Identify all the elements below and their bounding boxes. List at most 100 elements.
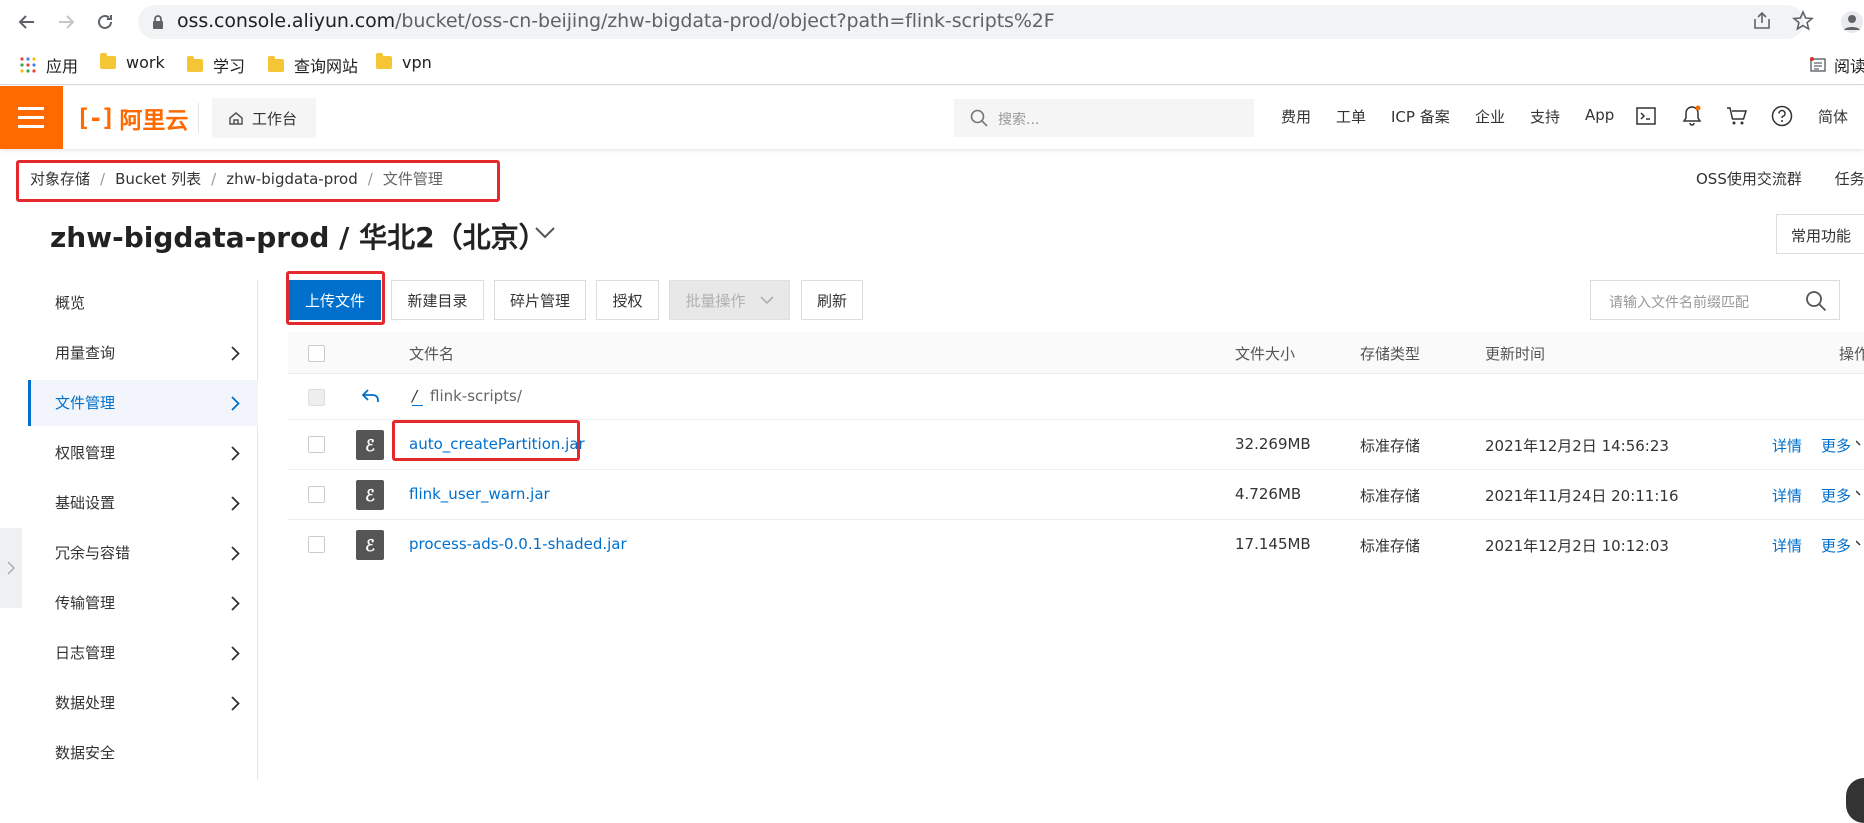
sidebar-item-file-management[interactable]: 文件管理 bbox=[28, 380, 258, 426]
fragment-management-button[interactable]: 碎片管理 bbox=[494, 280, 586, 320]
jar-file-icon: ℰ bbox=[356, 530, 384, 560]
search-icon[interactable] bbox=[1805, 290, 1827, 312]
sidebar-item-data-security[interactable]: 数据安全 bbox=[28, 730, 258, 776]
console-search-input[interactable]: 搜索... bbox=[954, 99, 1254, 137]
breadcrumb-bucket[interactable]: zhw-bigdata-prod bbox=[226, 170, 358, 188]
sidebar-item-permissions[interactable]: 权限管理 bbox=[28, 430, 258, 476]
url-text[interactable]: oss.console.aliyun.com/bucket/oss-cn-bei… bbox=[177, 10, 1055, 32]
file-name-link[interactable]: flink_user_warn.jar bbox=[409, 485, 550, 503]
column-header-storage: 存储类型 bbox=[1360, 345, 1421, 363]
sidebar-item-basic-settings[interactable]: 基础设置 bbox=[28, 480, 258, 526]
bucket-switch-chevron-icon[interactable] bbox=[534, 226, 556, 240]
cloud-shell-icon[interactable] bbox=[1634, 104, 1658, 128]
lock-icon[interactable] bbox=[152, 15, 164, 29]
row-checkbox[interactable] bbox=[308, 536, 325, 553]
back-icon[interactable] bbox=[14, 9, 40, 35]
path-root-link[interactable]: / bbox=[412, 387, 417, 405]
notification-bell-icon[interactable] bbox=[1680, 104, 1704, 128]
sidebar-item-overview[interactable]: 概览 bbox=[28, 280, 258, 326]
refresh-button[interactable]: 刷新 bbox=[801, 280, 863, 320]
more-chevron-icon[interactable] bbox=[1856, 440, 1864, 448]
logo-text: 阿里云 bbox=[119, 108, 189, 134]
bookmark-study[interactable]: 学习 bbox=[187, 53, 245, 77]
back-arrow-icon[interactable] bbox=[361, 386, 381, 404]
floating-assistant-icon[interactable] bbox=[1846, 778, 1864, 823]
sidebar-collapse-handle[interactable] bbox=[0, 528, 22, 608]
nav-enterprise[interactable]: 企业 bbox=[1475, 106, 1505, 127]
breadcrumb-current: 文件管理 bbox=[382, 170, 443, 188]
chevron-down-icon bbox=[759, 295, 774, 305]
more-link[interactable]: 更多 bbox=[1821, 535, 1851, 556]
menu-icon[interactable] bbox=[0, 86, 63, 149]
new-directory-button[interactable]: 新建目录 bbox=[391, 280, 484, 320]
table-row: ℰ flink_user_warn.jar 4.726MB 标准存储 2021年… bbox=[288, 470, 1864, 520]
bookmark-label: 学习 bbox=[213, 57, 246, 76]
search-icon bbox=[970, 109, 988, 127]
sidebar-item-data-processing[interactable]: 数据处理 bbox=[28, 680, 258, 726]
detail-link[interactable]: 详情 bbox=[1772, 485, 1802, 506]
sidebar-item-logs[interactable]: 日志管理 bbox=[28, 630, 258, 676]
breadcrumb: 对象存储 / Bucket 列表 / zhw-bigdata-prod / 文件管理 bbox=[30, 168, 443, 189]
more-chevron-icon[interactable] bbox=[1856, 540, 1864, 548]
nav-support[interactable]: 支持 bbox=[1530, 106, 1560, 127]
sidebar: 概览 用量查询 文件管理 权限管理 基础设置 冗余与容错 传输管理 日志管理 数… bbox=[28, 280, 258, 780]
task-list-link[interactable]: 任务列 bbox=[1835, 170, 1864, 188]
more-link[interactable]: 更多 bbox=[1821, 485, 1851, 506]
bookmark-apps[interactable]: 应用 bbox=[20, 53, 78, 77]
sidebar-item-transfer[interactable]: 传输管理 bbox=[28, 580, 258, 626]
detail-link[interactable]: 详情 bbox=[1772, 535, 1802, 556]
sidebar-item-usage[interactable]: 用量查询 bbox=[28, 330, 258, 376]
more-chevron-icon[interactable] bbox=[1856, 490, 1864, 498]
row-checkbox[interactable] bbox=[308, 486, 325, 503]
forward-icon[interactable] bbox=[53, 9, 79, 35]
bookmark-vpn[interactable]: vpn bbox=[376, 53, 432, 72]
language-switch[interactable]: 简体 bbox=[1818, 106, 1848, 127]
bookmark-work[interactable]: work bbox=[100, 53, 165, 72]
bookmark-label: vpn bbox=[402, 53, 432, 72]
sidebar-item-redundancy[interactable]: 冗余与容错 bbox=[28, 530, 258, 576]
breadcrumb-separator: / bbox=[367, 170, 373, 188]
bookmark-star-icon[interactable] bbox=[1792, 10, 1814, 32]
refresh-label: 刷新 bbox=[816, 291, 847, 310]
page-title: zhw-bigdata-prod / 华北2（北京） bbox=[50, 221, 547, 254]
share-icon[interactable] bbox=[1752, 11, 1772, 31]
common-functions-button[interactable]: 常用功能 bbox=[1776, 214, 1864, 254]
nav-icp[interactable]: ICP 备案 bbox=[1391, 106, 1450, 127]
new-directory-label: 新建目录 bbox=[407, 291, 468, 310]
select-all-checkbox[interactable] bbox=[308, 345, 325, 362]
detail-link[interactable]: 详情 bbox=[1772, 435, 1802, 456]
oss-community-link[interactable]: OSS使用交流群 bbox=[1696, 170, 1802, 188]
workbench-button[interactable]: 工作台 bbox=[212, 98, 316, 138]
file-prefix-search-input[interactable]: 请输入文件名前缀匹配 bbox=[1590, 280, 1840, 320]
nav-app[interactable]: App bbox=[1585, 106, 1614, 124]
batch-operation-label: 批量操作 bbox=[685, 291, 746, 310]
cart-icon[interactable] bbox=[1725, 104, 1749, 128]
common-functions-label: 常用功能 bbox=[1791, 227, 1852, 245]
authorize-button[interactable]: 授权 bbox=[596, 280, 659, 320]
file-name-link[interactable]: auto_createPartition.jar bbox=[409, 435, 585, 453]
url-host: oss.console.aliyun.com bbox=[177, 10, 396, 32]
file-name-link[interactable]: process-ads-0.0.1-shaded.jar bbox=[409, 535, 627, 553]
reading-list-label: 阅读 bbox=[1834, 57, 1864, 76]
aliyun-logo[interactable]: [-] 阿里云 bbox=[76, 101, 188, 135]
profile-icon[interactable] bbox=[1840, 10, 1864, 34]
folder-icon bbox=[187, 55, 203, 72]
reading-list[interactable]: 阅读 bbox=[1810, 53, 1864, 77]
upload-file-button[interactable]: 上传文件 bbox=[289, 280, 381, 320]
header-divider bbox=[198, 103, 199, 133]
nav-tickets[interactable]: 工单 bbox=[1336, 106, 1366, 127]
reload-icon[interactable] bbox=[92, 9, 118, 35]
bookmark-label: 应用 bbox=[46, 57, 79, 76]
help-icon[interactable] bbox=[1770, 104, 1794, 128]
nav-billing[interactable]: 费用 bbox=[1281, 106, 1311, 127]
breadcrumb-oss[interactable]: 对象存储 bbox=[30, 170, 90, 188]
sidebar-item-label: 数据安全 bbox=[55, 744, 116, 762]
apps-grid-icon bbox=[20, 57, 36, 73]
breadcrumb-bucket-list[interactable]: Bucket 列表 bbox=[115, 170, 201, 188]
bookmark-query-sites[interactable]: 查询网站 bbox=[268, 53, 358, 77]
row-checkbox[interactable] bbox=[308, 436, 325, 453]
more-link[interactable]: 更多 bbox=[1821, 435, 1851, 456]
batch-operation-button[interactable]: 批量操作 bbox=[669, 280, 790, 320]
chevron-right-icon bbox=[231, 496, 240, 511]
table-row: ℰ process-ads-0.0.1-shaded.jar 17.145MB … bbox=[288, 520, 1864, 570]
